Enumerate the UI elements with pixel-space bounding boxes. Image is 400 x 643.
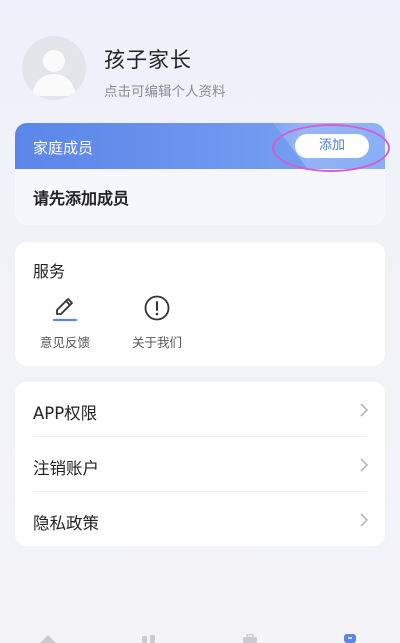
chevron-right-icon	[360, 458, 369, 472]
menu-item-label: 隐私政策	[33, 514, 99, 533]
services-card: 服务 意见反馈 关于我们	[15, 242, 385, 366]
user-silhouette-icon	[32, 50, 76, 96]
service-item-label: 关于我们	[131, 335, 182, 350]
service-item-feedback[interactable]: 意见反馈	[25, 294, 105, 354]
menu-item-app-permissions[interactable]: APP权限	[15, 383, 385, 437]
menu-item-label: 注销账户	[33, 459, 99, 478]
service-item-about[interactable]: 关于我们	[117, 294, 197, 354]
profile-name[interactable]: 孩子家长	[104, 44, 192, 74]
settings-menu-card: APP权限 注销账户 隐私政策	[15, 382, 385, 546]
profile-header[interactable]: 孩子家长 点击可编辑个人资料	[0, 0, 400, 120]
menu-item-label: APP权限	[33, 404, 98, 423]
briefcase-tab-icon[interactable]	[241, 634, 259, 643]
bottom-tab-bar	[0, 626, 400, 643]
home-tab-icon[interactable]	[38, 634, 58, 643]
menu-item-delete-account[interactable]: 注销账户	[15, 438, 385, 492]
service-item-label: 意见反馈	[39, 335, 90, 350]
apps-tab-icon[interactable]	[141, 634, 157, 643]
chevron-right-icon	[360, 513, 369, 527]
services-title: 服务	[33, 262, 66, 281]
profile-tab-icon[interactable]	[342, 634, 358, 643]
profile-edit-hint[interactable]: 点击可编辑个人资料	[104, 80, 226, 100]
menu-divider	[33, 436, 367, 437]
chevron-right-icon	[360, 403, 369, 417]
menu-divider	[33, 491, 367, 492]
family-empty-text: 请先添加成员	[33, 189, 130, 208]
add-button-highlight-ring	[272, 124, 390, 172]
info-circle-icon	[144, 295, 170, 321]
family-members-title: 家庭成员	[33, 139, 94, 157]
avatar[interactable]	[22, 36, 86, 100]
pencil-icon	[52, 298, 78, 322]
menu-item-privacy-policy[interactable]: 隐私政策	[15, 493, 385, 547]
